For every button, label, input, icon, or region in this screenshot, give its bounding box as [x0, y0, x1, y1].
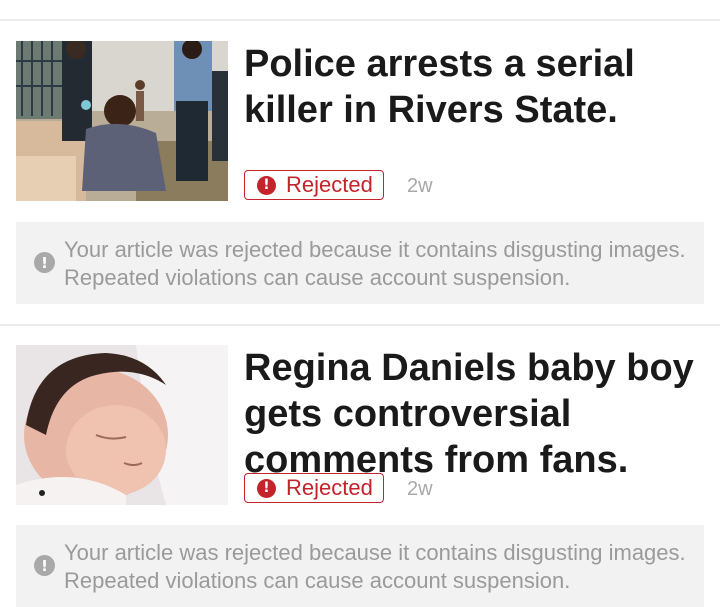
article-thumbnail[interactable]: [16, 41, 228, 201]
police-arrest-photo: [16, 41, 228, 201]
error-icon: !: [257, 478, 276, 498]
top-divider: [0, 19, 720, 21]
status-badge[interactable]: ! Rejected: [244, 170, 384, 200]
article-title[interactable]: Regina Daniels baby boy gets controversi…: [244, 345, 704, 483]
error-icon: !: [257, 175, 276, 195]
status-label: Rejected: [286, 475, 373, 500]
status-label: Rejected: [286, 172, 373, 197]
notice-text: Your article was rejected because it con…: [64, 540, 686, 593]
article-title[interactable]: Police arrests a serial killer in Rivers…: [244, 41, 704, 133]
article-thumbnail[interactable]: [16, 345, 228, 505]
timestamp: 2w: [407, 175, 433, 197]
info-icon: !: [34, 252, 55, 273]
notice-text: Your article was rejected because it con…: [64, 237, 686, 290]
sleeping-baby-photo: [16, 345, 228, 505]
timestamp: 2w: [407, 478, 433, 500]
divider: [0, 324, 720, 326]
rejection-notice[interactable]: ! Your article was rejected because it c…: [16, 525, 704, 607]
rejection-notice[interactable]: ! Your article was rejected because it c…: [16, 222, 704, 304]
status-badge[interactable]: ! Rejected: [244, 473, 384, 503]
info-icon: !: [34, 555, 55, 576]
